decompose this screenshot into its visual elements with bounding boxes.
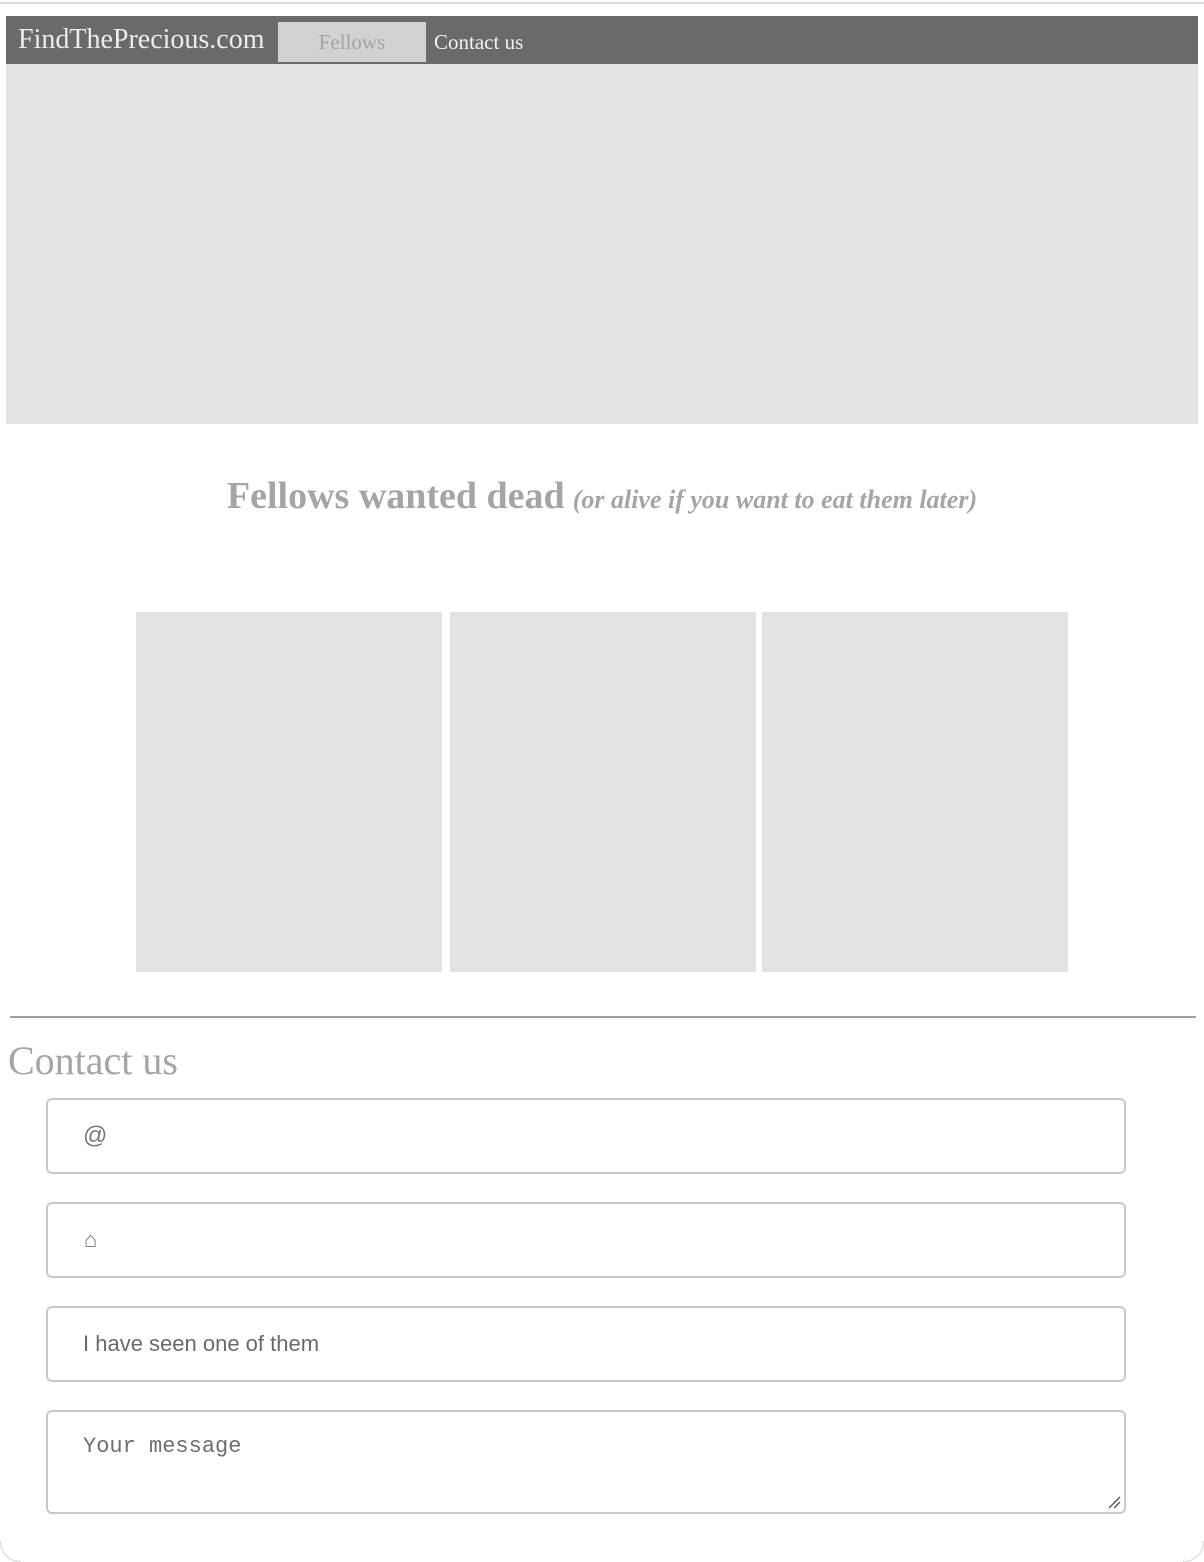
brand-logo[interactable]: FindThePrecious.com	[18, 22, 265, 58]
nav-item-contact-us[interactable]: Contact us	[434, 22, 523, 62]
fellow-card-2[interactable]	[450, 612, 756, 972]
subject-field[interactable]	[46, 1306, 1126, 1382]
resize-grip-icon[interactable]	[1107, 1495, 1121, 1509]
section-divider	[10, 1016, 1196, 1018]
home-icon: ⌂	[84, 1227, 98, 1252]
subject-input[interactable]	[83, 1308, 1113, 1380]
email-input[interactable]	[118, 1100, 1108, 1172]
headline-subtitle: (or alive if you want to eat them later)	[572, 485, 978, 514]
headline-main: Fellows wanted dead	[226, 475, 565, 517]
navbar: FindThePrecious.com Fellows Contact us	[6, 16, 1198, 64]
message-textarea[interactable]	[83, 1434, 1113, 1504]
hero-image-placeholder	[6, 64, 1198, 424]
at-sign-icon: @	[83, 1122, 108, 1149]
message-field[interactable]	[46, 1410, 1126, 1514]
home-input[interactable]	[118, 1204, 1108, 1276]
contact-section-title: Contact us	[8, 1038, 178, 1083]
top-rule	[0, 2, 1204, 4]
window-corner-right	[1183, 1541, 1204, 1562]
page-headline: Fellows wanted dead (or alive if you wan…	[0, 474, 1204, 518]
email-field[interactable]: @	[46, 1098, 1126, 1174]
window-corner-left	[0, 1541, 21, 1562]
home-field[interactable]: ⌂	[46, 1202, 1126, 1278]
nav-item-fellows[interactable]: Fellows	[278, 22, 426, 62]
fellow-card-3[interactable]	[762, 612, 1068, 972]
fellow-card-1[interactable]	[136, 612, 442, 972]
